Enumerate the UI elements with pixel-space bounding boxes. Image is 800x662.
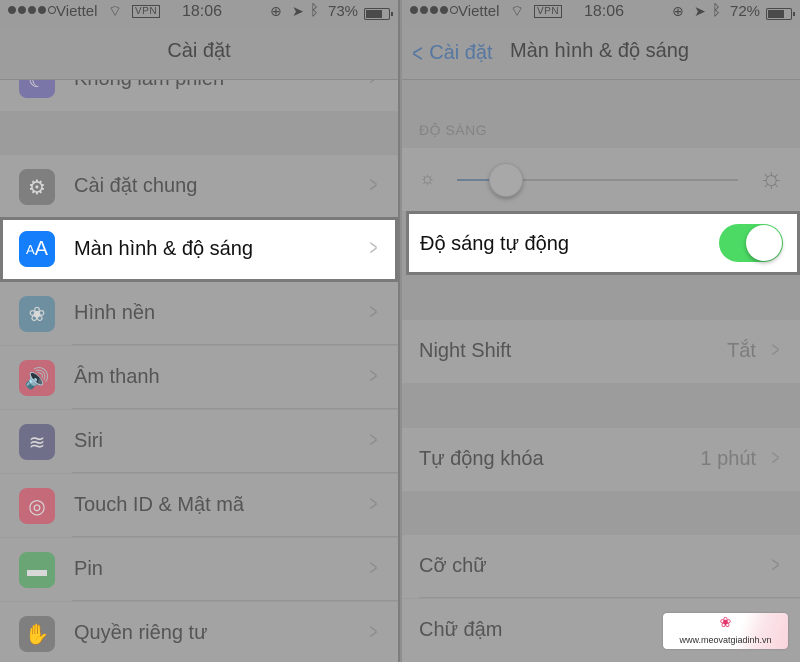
brightness-section-header: ĐỘ SÁNG (419, 122, 488, 138)
battery-percent: 72% (730, 3, 761, 20)
auto-lock-row[interactable]: Tự động khóa 1 phút > (402, 428, 800, 491)
settings-item-touch-id[interactable]: ◎ Touch ID & Mật mã > (0, 474, 398, 537)
brightness-slider-fill (457, 179, 491, 181)
vpn-badge: VPN (132, 5, 161, 18)
separator (419, 597, 800, 598)
status-bar: Viettel ⌔ VPN 18:06 ⊕ ➤ ᛒ 72% (402, 0, 800, 26)
bluetooth-icon: ᛒ (712, 2, 722, 19)
settings-item-label: Quyền riêng tư (74, 622, 208, 644)
settings-item-label: Touch ID & Mật mã (74, 494, 245, 516)
back-button[interactable]: < Cài đặt (410, 38, 493, 69)
settings-item-siri[interactable]: ≋ Siri > (0, 410, 398, 473)
brightness-slider-row: ☼ ☼ (402, 148, 800, 211)
display-brightness-panel: Viettel ⌔ VPN 18:06 ⊕ ➤ ᛒ 72% < Cài đặt … (402, 0, 800, 662)
chevron-right-icon: > (369, 299, 378, 324)
auto-brightness-label: Độ sáng tự động (420, 233, 570, 255)
chevron-right-icon: > (369, 555, 378, 580)
chevron-left-icon: < (412, 38, 423, 68)
separator (72, 536, 398, 537)
watermark-url: www.meovatgiadinh.vn (679, 635, 772, 645)
wifi-icon: ⌔ (108, 3, 123, 20)
battery-percent: 73% (328, 3, 359, 20)
brightness-high-icon: ☼ (758, 162, 784, 193)
chevron-right-icon: > (369, 172, 378, 197)
bluetooth-icon: ᛒ (310, 2, 320, 19)
chevron-right-icon: > (771, 445, 780, 470)
brightness-low-icon: ☼ (419, 168, 436, 188)
auto-brightness-row: Độ sáng tự động (406, 211, 800, 275)
separator (72, 344, 398, 345)
carrier-name: Viettel (458, 3, 500, 20)
rotation-lock-icon: ⊕ (270, 3, 282, 19)
separator (72, 472, 398, 473)
display-brightness-icon: AA (19, 231, 55, 267)
clock: 18:06 (182, 3, 223, 20)
settings-item-privacy[interactable]: ✋ Quyền riêng tư > (0, 602, 398, 662)
siri-icon: ≋ (19, 424, 55, 460)
settings-item-label: Siri (74, 430, 103, 452)
settings-item-general[interactable]: ⚙ Cài đặt chung > (0, 155, 398, 218)
lotus-icon: ❀ (719, 614, 732, 630)
chevron-right-icon: > (369, 427, 378, 452)
settings-item-label: Màn hình & độ sáng (74, 238, 254, 260)
page-title: Màn hình & độ sáng (510, 40, 690, 62)
night-shift-row[interactable]: Night Shift Tắt > (402, 320, 800, 383)
brightness-slider-thumb[interactable] (488, 163, 523, 197)
hand-icon: ✋ (19, 616, 55, 652)
auto-brightness-toggle[interactable] (719, 224, 783, 262)
location-icon: ➤ (292, 3, 304, 19)
chevron-right-icon: > (369, 491, 378, 516)
auto-lock-label: Tự động khóa (419, 448, 544, 470)
back-button-label: Cài đặt (429, 42, 493, 64)
chevron-right-icon: > (369, 619, 378, 644)
settings-item-battery[interactable]: ▬ Pin > (0, 538, 398, 601)
rotation-lock-icon: ⊕ (672, 3, 684, 19)
auto-lock-value: 1 phút (700, 448, 756, 470)
carrier-name: Viettel (56, 3, 98, 20)
wifi-icon: ⌔ (510, 3, 525, 20)
settings-item-label: Hình nền (74, 302, 156, 324)
toggle-knob (746, 225, 782, 261)
status-bar: Viettel ⌔ VPN 18:06 ⊕ ➤ ᛒ 73% (0, 0, 398, 26)
chevron-right-icon: > (369, 363, 378, 388)
battery-icon: ▬ (19, 552, 55, 588)
chevron-right-icon: > (369, 235, 378, 260)
navigation-bar: < Cài đặt Màn hình & độ sáng (402, 26, 800, 80)
location-icon: ➤ (694, 3, 706, 19)
navigation-bar-overlay: Cài đặt (0, 26, 398, 80)
text-size-row[interactable]: Cỡ chữ > (402, 535, 800, 598)
wallpaper-flower-icon: ❀ (19, 296, 55, 332)
settings-panel: Viettel ⌔ VPN 18:06 ⊕ ➤ ᛒ 73% Cài đặt ☾ … (0, 0, 400, 662)
page-title-overlay: Cài đặt (167, 40, 231, 62)
chevron-right-icon: > (771, 552, 780, 577)
bold-text-label: Chữ đậm (419, 619, 503, 641)
separator (72, 600, 398, 601)
settings-item-wallpaper[interactable]: ❀ Hình nền > (0, 282, 398, 345)
settings-item-label: Âm thanh (74, 366, 160, 388)
fingerprint-icon: ◎ (19, 488, 55, 524)
settings-item-display-brightness[interactable]: AA Màn hình & độ sáng > (0, 217, 398, 282)
gear-icon: ⚙ (19, 169, 55, 205)
settings-item-label: Pin (74, 558, 103, 580)
battery-icon (364, 8, 393, 20)
text-size-label: Cỡ chữ (419, 555, 487, 577)
signal-strength-icon (410, 6, 458, 14)
separator (72, 408, 398, 409)
signal-strength-icon (8, 6, 56, 14)
battery-icon (766, 8, 795, 20)
watermark-logo: ❀ www.meovatgiadinh.vn (663, 613, 788, 649)
settings-item-label: Cài đặt chung (74, 175, 198, 197)
vpn-badge: VPN (534, 5, 563, 18)
night-shift-value: Tắt (727, 340, 756, 362)
clock: 18:06 (584, 3, 625, 20)
chevron-right-icon: > (771, 337, 780, 362)
settings-item-sounds[interactable]: 🔊 Âm thanh > (0, 346, 398, 409)
night-shift-label: Night Shift (419, 340, 512, 362)
speaker-icon: 🔊 (19, 360, 55, 396)
